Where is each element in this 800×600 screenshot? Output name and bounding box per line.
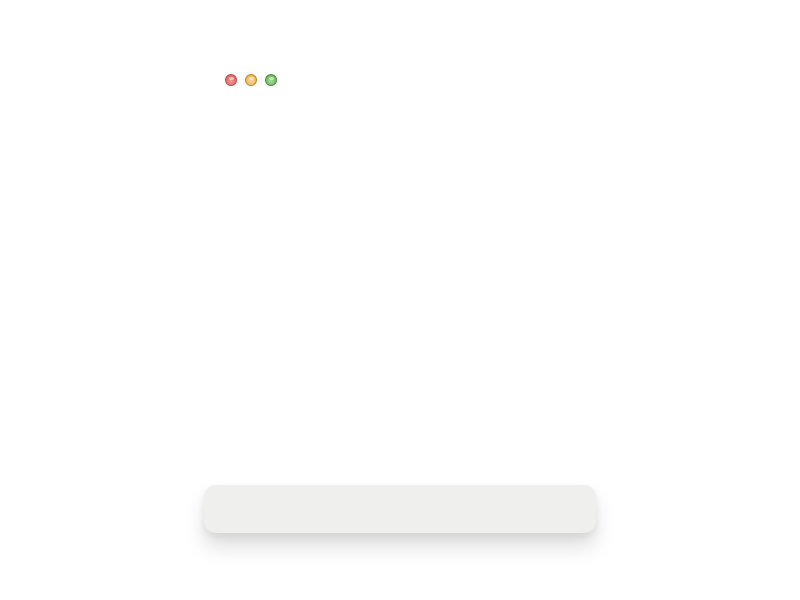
close-window-icon[interactable]: [225, 74, 237, 86]
app-window: [0, 0, 800, 600]
zoom-window-icon[interactable]: [265, 74, 277, 86]
minimize-window-icon[interactable]: [245, 74, 257, 86]
bottom-panel[interactable]: [204, 485, 596, 533]
window-controls: [225, 74, 277, 86]
